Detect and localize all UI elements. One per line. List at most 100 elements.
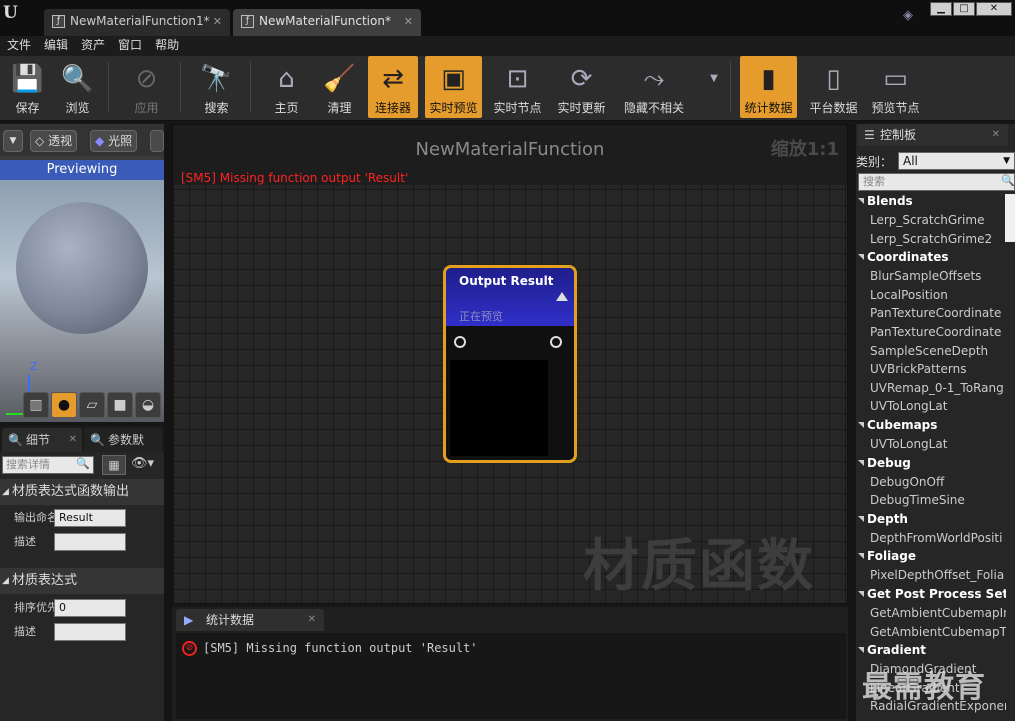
section-material-expression[interactable]: ◢ 材质表达式 bbox=[0, 568, 164, 594]
property-matrix-button[interactable]: ▦ bbox=[102, 455, 126, 475]
hide-unrelated-options-dropdown[interactable]: ▼ bbox=[694, 56, 718, 118]
maximize-button[interactable]: □ bbox=[953, 2, 975, 16]
live-preview-button[interactable]: ▣ 实时预览 bbox=[425, 56, 482, 118]
preview-scene[interactable]: Z bbox=[0, 180, 164, 422]
palette-category[interactable]: Depth bbox=[856, 510, 1006, 529]
cylinder-preview-button[interactable]: ▥ bbox=[23, 392, 49, 418]
unreal-logo-icon[interactable]: U bbox=[3, 3, 21, 25]
close-icon[interactable]: ✕ bbox=[213, 9, 222, 34]
palette-item[interactable]: LocalPosition bbox=[856, 286, 1006, 305]
sort-priority-field[interactable]: 0 bbox=[54, 599, 126, 617]
palette-item[interactable]: DebugOnOff bbox=[856, 473, 1006, 492]
palette-item[interactable]: UVToLongLat bbox=[856, 397, 1006, 416]
preview-node-button[interactable]: ▭ 预览节点 bbox=[868, 56, 923, 118]
stats-button[interactable]: ▮ 统计数据 bbox=[740, 56, 797, 118]
viewport-options-dropdown[interactable]: ▼ bbox=[3, 130, 23, 152]
palette-item[interactable]: Lerp_ScratchGrime bbox=[856, 211, 1006, 230]
browse-button[interactable]: 🔍 浏览 bbox=[50, 56, 105, 118]
menu-asset[interactable]: 资产 bbox=[75, 36, 111, 54]
palette-item[interactable]: GetAmbientCubemapT bbox=[856, 623, 1006, 642]
details-panel: 🔍 细节 ✕ 🔍 参数默 搜索详情 🔍 ▦ 👁▾ ◢ 材质表达式函数输出 输出命名 Res… bbox=[0, 426, 164, 721]
window-controls: ▁ □ ✕ bbox=[929, 0, 1012, 16]
home-button[interactable]: ⌂ 主页 bbox=[259, 56, 314, 118]
live-preview-icon: ▣ bbox=[441, 64, 466, 94]
cube-preview-button[interactable]: ■ bbox=[107, 392, 133, 418]
connectors-button[interactable]: ⇄ 连接器 bbox=[368, 56, 418, 118]
palette-category[interactable]: Foliage bbox=[856, 547, 1006, 566]
connector-icon: ⇄ bbox=[382, 64, 404, 94]
close-icon[interactable]: ✕ bbox=[404, 9, 413, 34]
panel-splitter[interactable] bbox=[164, 124, 172, 721]
palette-item[interactable]: DepthFromWorldPositi bbox=[856, 529, 1006, 548]
palette-scrollbar[interactable] bbox=[1005, 194, 1015, 242]
section-function-output[interactable]: ◢ 材质表达式函数输出 bbox=[0, 479, 164, 505]
palette-item[interactable]: UVBrickPatterns bbox=[856, 360, 1006, 379]
output-pin[interactable] bbox=[550, 336, 562, 348]
sphere-preview-button[interactable]: ● bbox=[51, 392, 77, 418]
palette-item[interactable]: GetAmbientCubemapIr bbox=[856, 604, 1006, 623]
perspective-button[interactable]: ◇ 透视 bbox=[30, 130, 78, 152]
palette-category[interactable]: Gradient bbox=[856, 641, 1006, 660]
apply-button[interactable]: ⊘ 应用 bbox=[119, 56, 174, 118]
palette-item[interactable]: SampleSceneDepth bbox=[856, 342, 1006, 361]
palette-list-icon: ☰ bbox=[864, 128, 875, 142]
menu-edit[interactable]: 编辑 bbox=[38, 36, 74, 54]
palette-item[interactable]: DebugTimeSine bbox=[856, 491, 1006, 510]
close-icon[interactable]: ✕ bbox=[992, 124, 1000, 146]
material-graph-canvas[interactable]: NewMaterialFunction 缩放1:1 [SM5] Missing … bbox=[172, 124, 848, 604]
save-button[interactable]: 💾 保存 bbox=[0, 56, 55, 118]
lit-mode-button[interactable]: ◆ 光照 bbox=[90, 130, 138, 152]
previewing-banner: Previewing bbox=[0, 160, 164, 180]
collapse-arrow-icon[interactable] bbox=[556, 292, 568, 301]
tab-stats[interactable]: ▶ 统计数据 ✕ bbox=[176, 609, 324, 631]
plane-preview-button[interactable]: ▱ bbox=[79, 392, 105, 418]
tab-palette[interactable]: ☰ 控制板 ✕ bbox=[858, 124, 1008, 146]
custom-mesh-preview-button[interactable]: ◒ bbox=[135, 392, 161, 418]
close-window-button[interactable]: ✕ bbox=[976, 2, 1012, 16]
close-icon[interactable]: ✕ bbox=[69, 428, 77, 452]
browse-icon: 🔍 bbox=[61, 64, 94, 94]
preview-viewport[interactable]: ▼ ◇ 透视 ◆ 光照 Previewing Z ▥ ● ▱ ■ ◒ bbox=[0, 124, 164, 422]
clean-up-button[interactable]: 🧹 清理 bbox=[312, 56, 367, 118]
show-menu-button[interactable] bbox=[150, 130, 164, 152]
palette-category[interactable]: Blends bbox=[856, 192, 1006, 211]
live-update-button[interactable]: ⟳ 实时更新 bbox=[554, 56, 609, 118]
input-pin[interactable] bbox=[454, 336, 466, 348]
palette-item[interactable]: PixelDepthOffset_Folia bbox=[856, 566, 1006, 585]
tab-new-material-function-1[interactable]: ƒ NewMaterialFunction1* ✕ bbox=[44, 9, 230, 36]
teapot-icon: ◒ bbox=[141, 397, 155, 413]
material-function-icon: ƒ bbox=[52, 15, 65, 28]
palette-category[interactable]: Coordinates bbox=[856, 248, 1006, 267]
description-field-2[interactable] bbox=[54, 623, 126, 641]
palette-item[interactable]: UVToLongLat bbox=[856, 435, 1006, 454]
palette-search-input[interactable]: 搜索 bbox=[858, 173, 1015, 191]
close-icon[interactable]: ✕ bbox=[308, 609, 316, 631]
panel-splitter[interactable] bbox=[848, 124, 856, 721]
menu-help[interactable]: 帮助 bbox=[149, 36, 185, 54]
tab-new-material-function[interactable]: ƒ NewMaterialFunction* ✕ bbox=[233, 9, 421, 36]
palette-category[interactable]: Cubemaps bbox=[856, 416, 1006, 435]
palette-item[interactable]: Lerp_ScratchGrime2 bbox=[856, 230, 1006, 249]
palette-item[interactable]: PanTextureCoordinate bbox=[856, 323, 1006, 342]
search-button[interactable]: 🔭 搜索 bbox=[189, 56, 244, 118]
tab-details[interactable]: 🔍 细节 ✕ bbox=[2, 428, 82, 452]
output-name-field[interactable]: Result bbox=[54, 509, 126, 527]
preview-sphere bbox=[16, 202, 148, 334]
palette-category[interactable]: Get Post Process Setting bbox=[856, 585, 1006, 604]
hide-unrelated-button[interactable]: ⤳ 隐藏不相关 bbox=[620, 56, 688, 118]
minimize-button[interactable]: ▁ bbox=[930, 2, 952, 16]
visibility-options-dropdown[interactable]: 👁▾ bbox=[131, 456, 154, 471]
description-field[interactable] bbox=[54, 533, 126, 551]
live-nodes-button[interactable]: ⊡ 实时节点 bbox=[490, 56, 545, 118]
category-select[interactable]: All ▼ bbox=[898, 152, 1015, 170]
palette-category[interactable]: Debug bbox=[856, 454, 1006, 473]
menu-file[interactable]: 文件 bbox=[1, 36, 37, 54]
output-result-node[interactable]: Output Result 正在预览 bbox=[443, 265, 577, 463]
platform-stats-button[interactable]: ▯ 平台数据 bbox=[806, 56, 861, 118]
palette-item[interactable]: UVRemap_0-1_ToRang bbox=[856, 379, 1006, 398]
source-control-icon[interactable]: ◈ bbox=[903, 8, 919, 24]
palette-item[interactable]: PanTextureCoordinate bbox=[856, 304, 1006, 323]
menu-window[interactable]: 窗口 bbox=[112, 36, 148, 54]
tab-parameter-defaults[interactable]: 🔍 参数默 bbox=[84, 428, 162, 452]
palette-item[interactable]: BlurSampleOffsets bbox=[856, 267, 1006, 286]
